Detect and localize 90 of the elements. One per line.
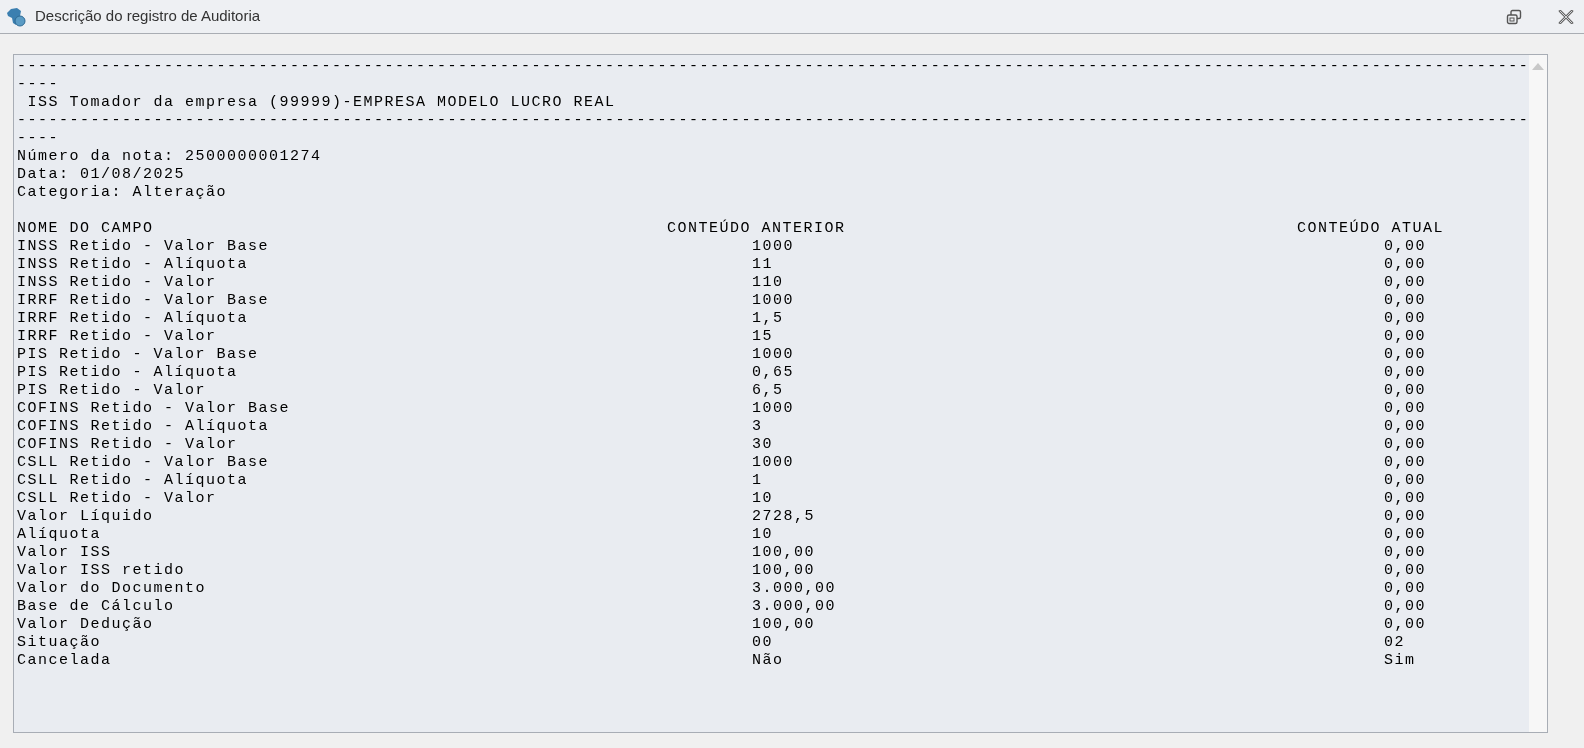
report-line: ---- <box>17 130 59 148</box>
previous-value: Não <box>752 652 785 670</box>
close-icon[interactable] <box>1558 9 1574 24</box>
previous-value: 1000 <box>752 238 795 256</box>
current-value: 0,00 <box>1384 310 1426 328</box>
previous-value: 6,5 <box>752 382 785 400</box>
column-header: NOME DO CAMPO <box>17 220 155 238</box>
field-name: CSLL Retido - Alíquota <box>17 472 250 490</box>
restore-icon[interactable] <box>1506 8 1522 25</box>
current-value: 0,00 <box>1384 256 1426 274</box>
field-name: COFINS Retido - Alíquota <box>17 418 271 436</box>
current-value: 0,00 <box>1384 418 1426 436</box>
current-value: 0,00 <box>1384 346 1426 364</box>
current-value: 0,00 <box>1384 328 1426 346</box>
current-value: 0,00 <box>1384 544 1426 562</box>
window-title: Descrição do registro de Auditoria <box>35 6 261 27</box>
field-name: COFINS Retido - Valor Base <box>17 400 292 418</box>
report-line: ---- <box>17 76 59 94</box>
field-name: Valor ISS <box>17 544 113 562</box>
report-line: Categoria: Alteração <box>17 184 228 202</box>
scrollbar[interactable] <box>1529 55 1548 732</box>
current-value: 0,00 <box>1384 490 1426 508</box>
previous-value: 3 <box>752 418 764 436</box>
previous-value: 30 <box>752 436 774 454</box>
column-header: CONTEÚDO ANTERIOR <box>667 220 847 238</box>
previous-value: 10 <box>752 490 774 508</box>
current-value: 0,00 <box>1384 562 1426 580</box>
previous-value: 1000 <box>752 292 795 310</box>
previous-value: 15 <box>752 328 774 346</box>
field-name: CSLL Retido - Valor <box>17 490 218 508</box>
field-name: IRRF Retido - Valor <box>17 328 218 346</box>
field-name: Valor Dedução <box>17 616 155 634</box>
report-line: ------------------------------------------------------------------------------------------------------------------------------------------------ <box>17 58 1530 76</box>
field-name: INSS Retido - Alíquota <box>17 256 250 274</box>
field-name: Base de Cálculo <box>17 598 176 616</box>
previous-value: 11 <box>752 256 774 274</box>
current-value: 0,00 <box>1384 616 1426 634</box>
field-name: CSLL Retido - Valor Base <box>17 454 271 472</box>
column-header: CONTEÚDO ATUAL <box>1297 220 1445 238</box>
field-name: Valor ISS retido <box>17 562 187 580</box>
previous-value: 10 <box>752 526 774 544</box>
field-name: Valor Líquido <box>17 508 155 526</box>
current-value: 0,00 <box>1384 526 1426 544</box>
current-value: Sim <box>1384 652 1416 670</box>
field-name: IRRF Retido - Alíquota <box>17 310 250 328</box>
field-name: Situação <box>17 634 102 652</box>
current-value: 02 <box>1384 634 1405 652</box>
field-name: INSS Retido - Valor <box>17 274 218 292</box>
previous-value: 1000 <box>752 400 795 418</box>
field-name: Valor do Documento <box>17 580 208 598</box>
field-name: PIS Retido - Alíquota <box>17 364 239 382</box>
field-name: Alíquota <box>17 526 102 544</box>
report-line: Número da nota: 2500000001274 <box>17 148 322 166</box>
previous-value: 3.000,00 <box>752 598 837 616</box>
previous-value: 100,00 <box>752 616 816 634</box>
field-name: PIS Retido - Valor <box>17 382 208 400</box>
current-value: 0,00 <box>1384 400 1426 418</box>
current-value: 0,00 <box>1384 238 1426 256</box>
field-name: IRRF Retido - Valor Base <box>17 292 271 310</box>
previous-value: 1000 <box>752 346 795 364</box>
current-value: 0,00 <box>1384 364 1426 382</box>
previous-value: 110 <box>752 274 785 292</box>
current-value: 0,00 <box>1384 454 1426 472</box>
previous-value: 00 <box>752 634 774 652</box>
current-value: 0,00 <box>1384 580 1426 598</box>
previous-value: 1,5 <box>752 310 785 328</box>
current-value: 0,00 <box>1384 274 1426 292</box>
app-icon <box>5 5 27 28</box>
current-value: 0,00 <box>1384 472 1426 490</box>
report-line: Data: 01/08/2025 <box>17 166 186 184</box>
current-value: 0,00 <box>1384 598 1426 616</box>
previous-value: 0,65 <box>752 364 795 382</box>
text-area[interactable] <box>13 54 1549 733</box>
field-name: Cancelada <box>17 652 113 670</box>
previous-value: 100,00 <box>752 544 816 562</box>
report-line: ISS Tomador da empresa (99999)-EMPRESA MODELO LUCRO REAL <box>26 94 616 112</box>
previous-value: 1000 <box>752 454 795 472</box>
current-value: 0,00 <box>1384 436 1426 454</box>
current-value: 0,00 <box>1384 292 1426 310</box>
field-name: PIS Retido - Valor Base <box>17 346 260 364</box>
previous-value: 100,00 <box>752 562 816 580</box>
report-line: ------------------------------------------------------------------------------------------------------------------------------------------------ <box>17 112 1530 130</box>
current-value: 0,00 <box>1384 382 1426 400</box>
scroll-up-icon[interactable] <box>1532 63 1545 70</box>
current-value: 0,00 <box>1384 508 1426 526</box>
previous-value: 3.000,00 <box>752 580 837 598</box>
field-name: COFINS Retido - Valor <box>17 436 239 454</box>
previous-value: 1 <box>752 472 764 490</box>
field-name: INSS Retido - Valor Base <box>17 238 271 256</box>
previous-value: 2728,5 <box>752 508 816 526</box>
